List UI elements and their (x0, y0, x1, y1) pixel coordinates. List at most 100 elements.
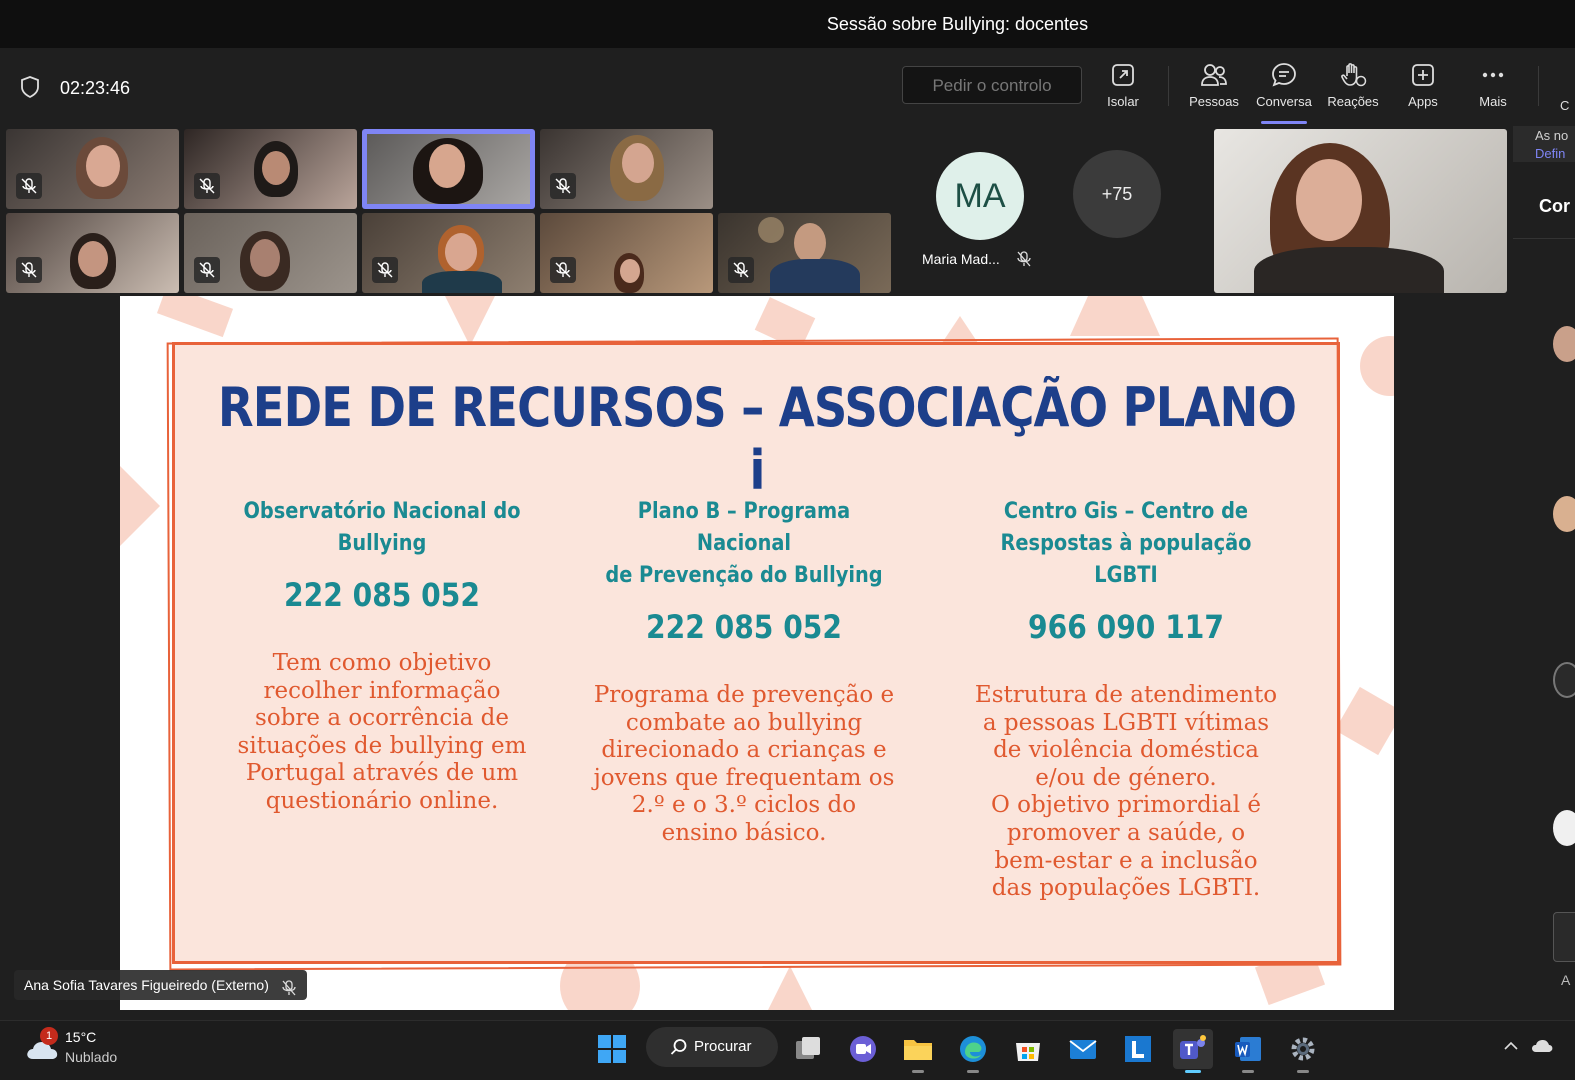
title-bar: Sessão sobre Bullying: docentes (0, 0, 1575, 48)
panel-divider (1513, 238, 1575, 239)
panel-notice-text: As no (1535, 128, 1569, 143)
resource-heading: Centro Gis – Centro de Respostas à popul… (976, 496, 1275, 592)
resource-heading: Plano B – Programa Nacional de Prevenção… (594, 496, 893, 592)
shield-icon[interactable] (20, 76, 40, 99)
chevron-up-icon[interactable] (1502, 1037, 1520, 1058)
pop-out-label: Isolar (1107, 94, 1139, 109)
participant-video-tile[interactable] (184, 129, 357, 209)
store-app[interactable] (1008, 1029, 1048, 1069)
task-view-button[interactable] (788, 1029, 828, 1069)
description-line: Programa de prevenção e (593, 682, 895, 708)
l-app[interactable] (1118, 1029, 1158, 1069)
more-button[interactable]: Mais (1458, 62, 1528, 120)
heading-line: Observatório Nacional do (243, 499, 521, 524)
muted-mic-icon (728, 257, 754, 283)
pop-out-button[interactable]: Isolar (1088, 62, 1158, 120)
decorative-shape (1360, 336, 1394, 396)
panel-notice-link[interactable]: Defin (1535, 146, 1565, 161)
people-button[interactable]: Pessoas (1179, 62, 1249, 120)
participant-face (262, 151, 290, 185)
description-line: e/ou de género. (1035, 764, 1217, 791)
muted-mic-icon (550, 173, 576, 199)
heading-line: Bullying (337, 531, 427, 556)
running-indicator (912, 1070, 924, 1073)
description-line: jovens que frequentam os (593, 764, 895, 791)
heading-line: Centro Gis – Centro de (1003, 499, 1249, 524)
description-line: a pessoas LGBTI vítimas (982, 709, 1270, 736)
participant-face (794, 223, 826, 263)
shared-slide: REDE DE RECURSOS – ASSOCIAÇÃO PLANO i Ob… (120, 296, 1394, 1010)
participant-face (429, 144, 465, 188)
decorative-shape (1070, 296, 1160, 336)
toolbar-divider (1168, 66, 1169, 106)
more-participants-button[interactable]: +75 (1073, 150, 1161, 238)
resource-description: Tem como objetivo recolher informação so… (212, 650, 552, 816)
chat-message-fragment (1553, 912, 1575, 962)
reactions-button[interactable]: Reações (1318, 62, 1388, 120)
mail-app[interactable] (1063, 1029, 1103, 1069)
participant-name-text: Maria Mad... (922, 251, 1000, 268)
participant-video-tile[interactable] (184, 213, 357, 293)
participant-video-tile[interactable] (6, 213, 179, 293)
start-button[interactable] (592, 1029, 632, 1069)
file-explorer-app[interactable] (898, 1029, 938, 1073)
muted-mic-icon (194, 257, 220, 283)
resource-column: Plano B – Programa Nacional de Prevenção… (574, 496, 914, 848)
description-line: recolher informação (263, 677, 501, 704)
participant-video-tile[interactable] (362, 213, 535, 293)
participant-face (250, 239, 280, 277)
chat-avatar[interactable] (1553, 810, 1575, 846)
description-line: Portugal através de um (245, 760, 519, 787)
decorative-shape (156, 296, 234, 338)
word-app[interactable] (1228, 1029, 1268, 1073)
teams-chat-app[interactable] (843, 1029, 883, 1069)
presenter-video-tile[interactable] (1214, 129, 1507, 293)
windows-taskbar: 1 15°C Nublado Procurar (0, 1020, 1575, 1080)
description-line: sobre a ocorrência de (255, 705, 509, 732)
request-control-button[interactable]: Pedir o controlo (902, 66, 1082, 104)
participant-video-tile-speaking[interactable] (362, 129, 535, 209)
panel-footer-text: A (1561, 972, 1571, 988)
add-app-icon (1388, 62, 1458, 88)
chat-avatar[interactable] (1553, 662, 1575, 698)
search-label: Procurar (694, 1038, 752, 1055)
video-frame (367, 134, 530, 204)
chat-side-panel: As no Defin Cor A (1513, 126, 1575, 1026)
teams-app-active[interactable] (1173, 1029, 1213, 1073)
resource-description: Estrutura de atendimento a pessoas LGBTI… (956, 682, 1296, 903)
apps-label: Apps (1408, 94, 1438, 109)
muted-mic-icon (1016, 250, 1032, 271)
resource-phone: 222 085 052 (284, 576, 480, 614)
meeting-title: Sessão sobre Bullying: docentes (826, 14, 1089, 34)
participant-video-tile[interactable] (718, 213, 891, 293)
participant-video-tile[interactable] (540, 213, 713, 293)
edge-browser-app[interactable] (953, 1029, 993, 1073)
participant-video-tile[interactable] (540, 129, 713, 209)
reactions-label: Reações (1327, 94, 1379, 109)
participant-body (422, 271, 502, 293)
participant-name: Maria Mad... (922, 250, 1032, 271)
chat-avatar[interactable] (1553, 326, 1575, 362)
panel-header: Cor (1539, 196, 1570, 216)
description-line: Estrutura de atendimento (974, 682, 1278, 708)
chat-button[interactable]: Conversa (1249, 62, 1319, 124)
participant-face (78, 241, 108, 277)
chat-avatar[interactable] (1553, 496, 1575, 532)
description-line: situações de bullying em (237, 732, 527, 759)
participant-avatar[interactable]: MA (936, 152, 1024, 240)
settings-app[interactable] (1283, 1029, 1323, 1073)
muted-mic-icon (372, 257, 398, 283)
participant-body (770, 259, 860, 293)
description-line: promover a saúde, o (1006, 819, 1246, 846)
description-line: Tem como objetivo (272, 650, 492, 676)
onedrive-cloud-icon[interactable] (1530, 1037, 1554, 1058)
description-line: combate ao bullying (625, 709, 863, 736)
camera-label-cut[interactable]: C (1560, 98, 1569, 113)
weather-temperature: 15°C (65, 1029, 97, 1045)
apps-button[interactable]: Apps (1388, 62, 1458, 120)
pop-out-icon (1088, 62, 1158, 88)
taskbar-search[interactable]: Procurar (646, 1027, 778, 1067)
meeting-toolbar: 02:23:46 Pedir o controlo Isolar Pessoas… (0, 48, 1575, 126)
people-icon (1179, 62, 1249, 88)
participant-video-tile[interactable] (6, 129, 179, 209)
